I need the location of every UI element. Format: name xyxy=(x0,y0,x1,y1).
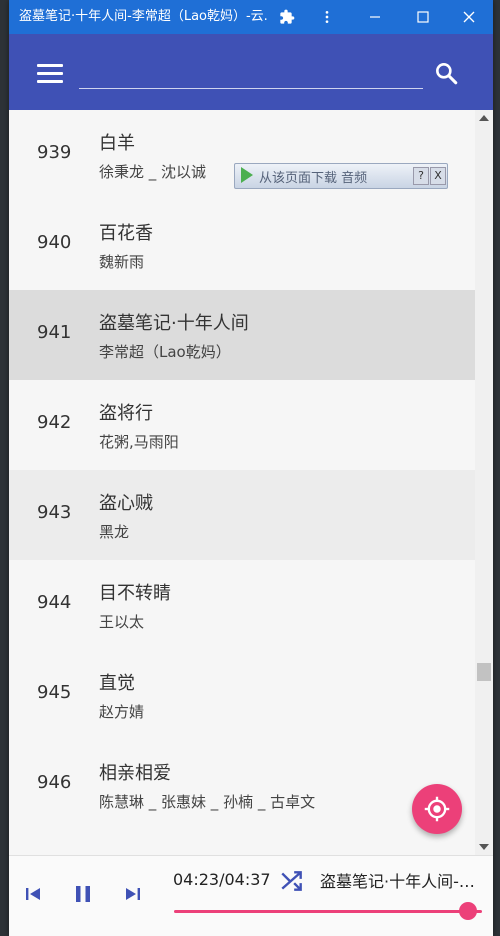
minimize-icon[interactable] xyxy=(355,0,395,34)
track-number: 944 xyxy=(37,592,72,613)
track-number: 946 xyxy=(37,772,72,793)
song-title: 相亲相爱 xyxy=(99,763,171,784)
skip-next-icon[interactable] xyxy=(121,882,145,906)
shuffle-icon[interactable] xyxy=(279,868,305,894)
playback-time: 04:23/04:37 xyxy=(173,870,271,889)
now-playing-title: 盗墓笔记·十年人间-李常超（Lao乾妈） xyxy=(320,872,485,891)
locate-button[interactable] xyxy=(412,784,462,834)
title-bar: 盗墓笔记·十年人间-李常超（Lao乾妈）-云... xyxy=(9,0,493,34)
song-title: 目不转睛 xyxy=(99,583,171,604)
close-download-bar-button[interactable]: X xyxy=(430,167,446,185)
play-icon xyxy=(241,167,253,183)
search-input[interactable] xyxy=(79,60,427,88)
skip-previous-icon[interactable] xyxy=(21,882,45,906)
artist-name: 徐秉龙 _ 沈以诚 xyxy=(99,163,207,181)
song-title: 盗心贼 xyxy=(99,493,153,514)
song-title: 盗墓笔记·十年人间 xyxy=(99,313,249,334)
artist-name: 王以太 xyxy=(99,613,145,631)
artist-name: 魏新雨 xyxy=(99,253,145,271)
artist-name: 花粥,马雨阳 xyxy=(99,433,179,451)
desktop-background-left xyxy=(0,0,9,936)
song-title: 百花香 xyxy=(99,223,153,244)
song-title: 白羊 xyxy=(99,133,135,154)
scroll-up-arrow-icon[interactable] xyxy=(479,115,489,121)
track-number: 943 xyxy=(37,502,72,523)
track-number: 945 xyxy=(37,682,72,703)
list-item[interactable]: 942 盗将行 花粥,马雨阳 xyxy=(9,380,475,470)
track-number: 942 xyxy=(37,412,72,433)
song-list: 939 白羊 徐秉龙 _ 沈以诚 940 百花香 魏新雨 941 盗墓笔记·十年… xyxy=(9,110,475,855)
search-icon[interactable] xyxy=(433,60,459,86)
track-number: 941 xyxy=(37,322,72,343)
player-bar: 04:23/04:37 盗墓笔记·十年人间-李常超（Lao乾妈） xyxy=(9,855,493,936)
artist-name: 李常超（Lao乾妈） xyxy=(99,343,231,361)
app-bar xyxy=(9,34,493,110)
pause-icon[interactable] xyxy=(71,882,95,906)
artist-name: 黑龙 xyxy=(99,523,130,541)
locate-icon xyxy=(424,796,450,822)
close-icon[interactable] xyxy=(449,0,489,34)
track-number: 939 xyxy=(37,142,72,163)
help-button[interactable]: ? xyxy=(413,167,429,185)
scroll-down-arrow-icon[interactable] xyxy=(479,844,489,850)
scrollbar-thumb[interactable] xyxy=(477,663,491,681)
track-number: 940 xyxy=(37,232,72,253)
scrollbar[interactable] xyxy=(475,110,493,855)
menu-icon[interactable] xyxy=(37,64,63,84)
list-item[interactable]: 944 目不转睛 王以太 xyxy=(9,560,475,650)
download-label: 从该页面下载 音频 xyxy=(259,171,368,186)
list-item[interactable]: 946 相亲相爱 陈慧琳 _ 张惠妹 _ 孙楠 _ 古卓文 xyxy=(9,740,475,830)
song-title: 盗将行 xyxy=(99,403,153,424)
app-window: 盗墓笔记·十年人间-李常超（Lao乾妈）-云... 939 白羊 徐秉龙 _ 沈… xyxy=(9,0,493,936)
maximize-icon[interactable] xyxy=(403,0,443,34)
window-title: 盗墓笔记·十年人间-李常超（Lao乾妈）-云... xyxy=(19,9,269,24)
progress-track[interactable] xyxy=(174,910,482,913)
puzzle-icon[interactable] xyxy=(267,0,307,34)
more-vert-icon[interactable] xyxy=(307,0,347,34)
audio-download-bar[interactable]: 从该页面下载 音频 ? X xyxy=(234,163,448,189)
artist-name: 陈慧琳 _ 张惠妹 _ 孙楠 _ 古卓文 xyxy=(99,793,316,811)
progress-thumb[interactable] xyxy=(459,902,478,920)
artist-name: 赵方婧 xyxy=(99,703,145,721)
list-item[interactable]: 945 直觉 赵方婧 xyxy=(9,650,475,740)
search-underline xyxy=(79,88,423,89)
song-title: 直觉 xyxy=(99,673,135,694)
list-item-selected[interactable]: 941 盗墓笔记·十年人间 李常超（Lao乾妈） xyxy=(9,290,475,380)
list-item[interactable]: 940 百花香 魏新雨 xyxy=(9,200,475,290)
list-item[interactable]: 943 盗心贼 黑龙 xyxy=(9,470,475,560)
